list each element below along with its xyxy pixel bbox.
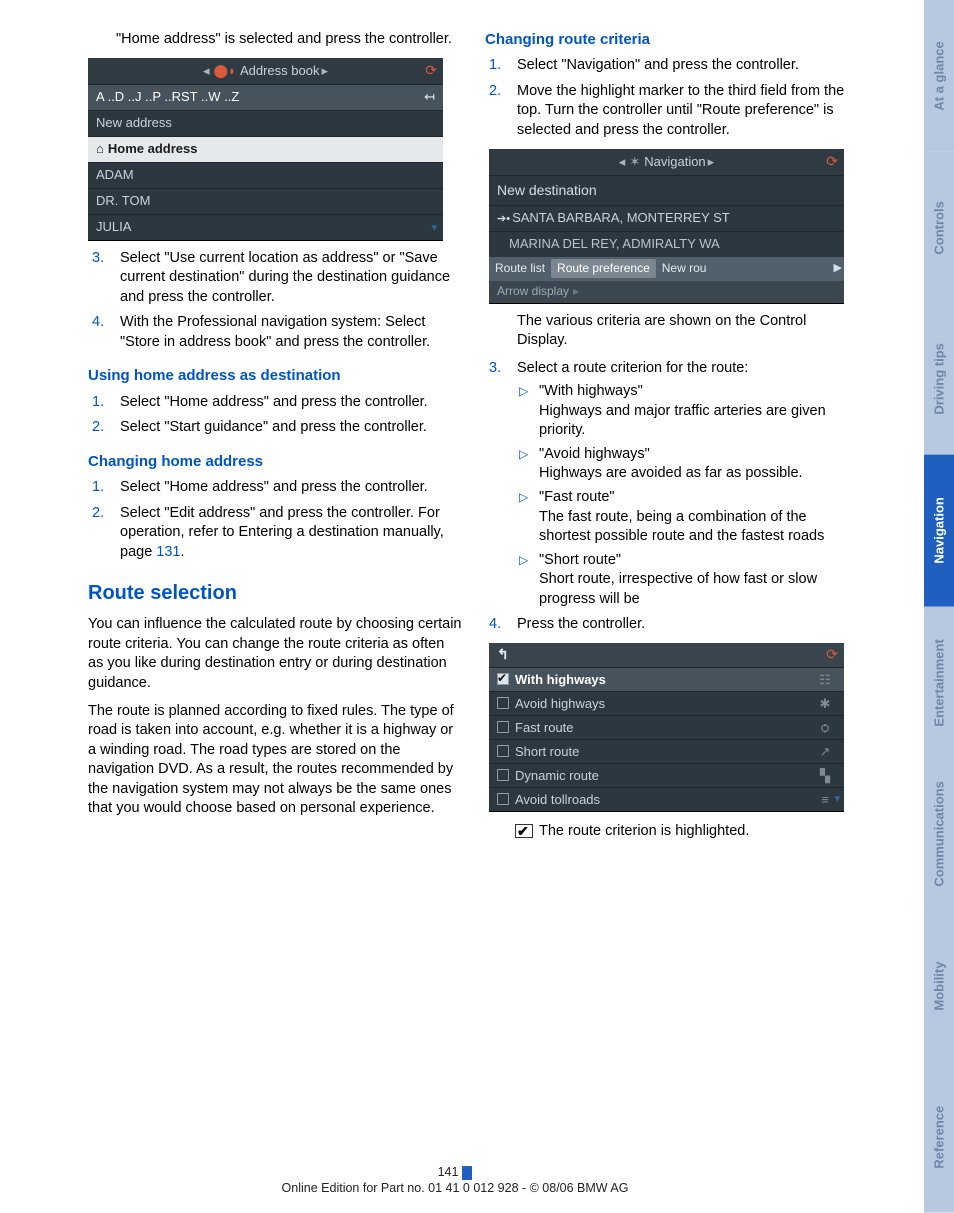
- criterion-item: "Fast route"The fast route, being a comb…: [517, 488, 860, 547]
- home-address-row: Home address: [88, 136, 443, 162]
- option-icon: ▚: [814, 767, 836, 785]
- destination-row: MARINA DEL REY, ADMIRALTY WA: [489, 231, 844, 257]
- page-marker-icon: [462, 1166, 472, 1180]
- chevron-left-icon: [203, 62, 214, 80]
- car-icon: ⬤◗: [214, 62, 236, 80]
- back-arrow-icon: ↤: [424, 88, 435, 106]
- home-icon: [96, 140, 108, 158]
- checkbox-icon: [497, 673, 509, 685]
- cc-after-2: The various criteria are shown on the Co…: [517, 312, 860, 351]
- change-home-step-1: Select "Home address" and press the cont…: [88, 478, 463, 498]
- page-footer: 141 Online Edition for Part no. 01 41 0 …: [0, 1165, 910, 1195]
- change-home-step-2: Select "Edit address" and press the cont…: [88, 504, 463, 563]
- criteria-row: Dynamic route▚: [489, 763, 844, 787]
- side-tab-reference[interactable]: Reference: [924, 1061, 954, 1213]
- cc-step-2: Move the highlight marker to the third f…: [485, 82, 860, 141]
- checkbox-checked-icon: [515, 824, 533, 838]
- criterion-item: "With highways"Highways and major traffi…: [517, 382, 860, 441]
- criteria-row: With highways☷: [489, 667, 844, 691]
- cc-step-4: Press the controller.: [485, 615, 860, 635]
- chevron-left-icon: [619, 153, 630, 171]
- destination-row: SANTA BARBARA, MONTERREY ST: [489, 205, 844, 231]
- screenshot-address-book: ⬤◗ Address book ⟳ A ..D ..J ..P ..RST ..…: [88, 58, 443, 241]
- criteria-label: Fast route: [515, 719, 814, 737]
- checkbox-icon: [497, 697, 509, 709]
- criteria-row: Fast routeѻ: [489, 715, 844, 739]
- tab-route-preference: Route preference: [551, 259, 656, 277]
- screenshot-title: Navigation: [644, 153, 705, 171]
- alpha-row: A ..D ..J ..P ..RST ..W ..Z ↤: [88, 84, 443, 110]
- tab-new-route: New rou: [656, 260, 713, 276]
- option-icon: ↗: [814, 743, 836, 761]
- contact-row: DR. TOM: [88, 188, 443, 214]
- refresh-icon: ⟳: [826, 645, 838, 664]
- footer-line: Online Edition for Part no. 01 41 0 012 …: [282, 1181, 629, 1195]
- back-icon: ↰: [497, 645, 509, 664]
- destination-arrow-icon: [497, 209, 512, 227]
- side-tab-navigation[interactable]: Navigation: [924, 455, 954, 607]
- side-tab-controls[interactable]: Controls: [924, 152, 954, 304]
- criteria-label: Short route: [515, 743, 814, 761]
- cc-step-1: Select "Navigation" and press the contro…: [485, 56, 860, 76]
- heading-change-criteria: Changing route criteria: [485, 30, 860, 50]
- page-reference[interactable]: 131: [156, 544, 180, 560]
- refresh-icon: ⟳: [425, 61, 437, 80]
- heading-use-home: Using home address as destination: [88, 366, 463, 386]
- option-icon: ≡: [814, 791, 836, 809]
- side-tab-mobility[interactable]: Mobility: [924, 910, 954, 1062]
- step-3: Select "Use current location as address"…: [88, 249, 463, 308]
- side-tabs: At a glanceControlsDriving tipsNavigatio…: [924, 0, 954, 1213]
- chevron-right-icon: [319, 62, 328, 80]
- side-tab-driving-tips[interactable]: Driving tips: [924, 303, 954, 455]
- criteria-label: Dynamic route: [515, 767, 814, 785]
- checkbox-icon: [497, 721, 509, 733]
- checkbox-icon: [497, 769, 509, 781]
- side-tab-entertainment[interactable]: Entertainment: [924, 607, 954, 759]
- criteria-label: Avoid tollroads: [515, 791, 814, 809]
- contact-row: ADAM: [88, 162, 443, 188]
- chevron-right-icon: [706, 153, 715, 171]
- heading-route-selection: Route selection: [88, 580, 463, 607]
- lead-in-text: "Home address" is selected and press the…: [88, 30, 463, 50]
- arrow-display-row: Arrow display: [489, 281, 844, 303]
- criteria-label: Avoid highways: [515, 695, 814, 713]
- option-icon: ѻ: [814, 719, 836, 737]
- criterion-item: "Avoid highways"Highways are avoided as …: [517, 445, 860, 484]
- heading-change-home: Changing home address: [88, 452, 463, 472]
- scroll-right-icon: ▶: [834, 261, 842, 276]
- screenshot-navigation: ✶ Navigation ⟳ New destination SANTA BAR…: [489, 149, 844, 304]
- side-tab-communications[interactable]: Communications: [924, 758, 954, 910]
- right-column: Changing route criteria Select "Navigati…: [485, 30, 860, 842]
- chevron-down-icon: ▾: [834, 792, 840, 807]
- criteria-row: Avoid tollroads≡: [489, 787, 844, 811]
- contact-row: JULIA: [88, 214, 443, 240]
- use-home-step-2: Select "Start guidance" and press the co…: [88, 418, 463, 438]
- tab-route-list: Route list: [489, 260, 551, 276]
- page-number: 141: [438, 1165, 459, 1179]
- new-address-row: New address: [88, 110, 443, 136]
- use-home-step-1: Select "Home address" and press the cont…: [88, 393, 463, 413]
- route-sel-para-2: The route is planned according to fixed …: [88, 702, 463, 819]
- checkbox-icon: [497, 745, 509, 757]
- screenshot-route-criteria: ↰ ⟳ With highways☷Avoid highways✱Fast ro…: [489, 643, 844, 812]
- satellite-icon: ✶: [629, 153, 640, 171]
- left-column: "Home address" is selected and press the…: [88, 30, 463, 842]
- checkbox-icon: [497, 793, 509, 805]
- step-4: With the Professional navigation system:…: [88, 313, 463, 352]
- route-sel-para-1: You can influence the calculated route b…: [88, 615, 463, 693]
- screenshot-title: Address book: [240, 62, 320, 80]
- criteria-label: With highways: [515, 671, 814, 689]
- chevron-down-icon: ▾: [431, 221, 437, 236]
- highlighted-note: The route criterion is highlighted.: [515, 822, 860, 842]
- side-tab-at-a-glance[interactable]: At a glance: [924, 0, 954, 152]
- criterion-item: "Short route"Short route, irrespective o…: [517, 551, 860, 610]
- new-destination-row: New destination: [489, 175, 844, 205]
- option-icon: ☷: [814, 671, 836, 689]
- cc-step-3: Select a route criterion for the route: …: [485, 359, 860, 610]
- tab-bar: Route list Route preference New rou ▶: [489, 257, 844, 281]
- option-icon: ✱: [814, 695, 836, 713]
- refresh-icon: ⟳: [826, 152, 838, 171]
- criteria-row: Short route↗: [489, 739, 844, 763]
- criteria-row: Avoid highways✱: [489, 691, 844, 715]
